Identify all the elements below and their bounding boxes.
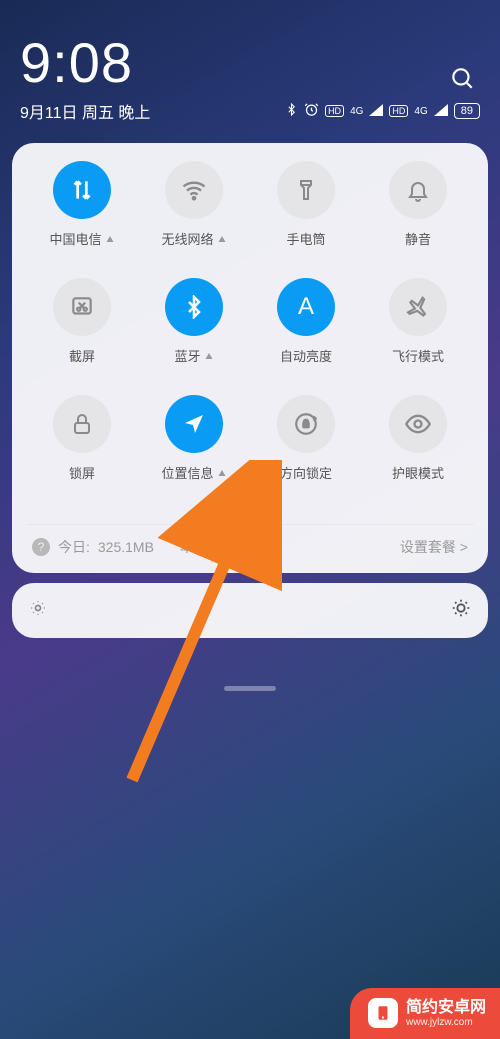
data-usage-row[interactable]: ? 今日: 325.1MB 本月: 2.12GB 设置套餐 > (26, 524, 474, 563)
tile-label: 静音 (405, 229, 431, 248)
watermark: 简约安卓网 www.jylzw.com (350, 988, 500, 1039)
status-indicators: HD 4G HD 4G 89 (285, 102, 480, 120)
watermark-url: www.jylzw.com (406, 1017, 486, 1029)
signal-triangle-icon (218, 236, 225, 242)
tile-airplane[interactable]: 飞行模式 (389, 278, 447, 365)
tile-auto-brightness[interactable]: A 自动亮度 (277, 278, 335, 365)
bluetooth-icon (285, 102, 298, 120)
today-value: 325.1MB (98, 539, 154, 555)
signal-triangle-icon (218, 470, 225, 476)
tile-label: 截屏 (69, 346, 95, 365)
tile-label: 护眼模式 (392, 463, 444, 482)
flashlight-icon (277, 161, 335, 219)
tile-label: 无线网络 (161, 229, 213, 248)
brightness-high-icon (450, 597, 472, 624)
question-icon: ? (32, 538, 50, 556)
auto-brightness-icon: A (277, 278, 335, 336)
tile-mute[interactable]: 静音 (389, 161, 447, 248)
page-indicator (26, 504, 474, 510)
tile-label: 飞行模式 (392, 346, 444, 365)
brightness-slider[interactable] (12, 583, 488, 638)
tile-label: 中国电信 (49, 229, 101, 248)
dot (253, 504, 259, 510)
hd-badge-2: HD (389, 105, 408, 117)
tile-label: 锁屏 (69, 463, 95, 482)
tile-label: 自动亮度 (280, 346, 332, 365)
eye-icon (389, 395, 447, 453)
net-label-1: 4G (350, 106, 363, 117)
airplane-icon (389, 278, 447, 336)
tile-bluetooth[interactable]: 蓝牙 (165, 278, 223, 365)
location-icon (165, 395, 223, 453)
tile-lock[interactable]: 锁屏 (53, 395, 111, 482)
tile-flashlight[interactable]: 手电筒 (277, 161, 335, 248)
month-value: 2.12GB (220, 539, 267, 555)
hd-badge-1: HD (325, 105, 344, 117)
drag-handle[interactable] (224, 686, 276, 691)
tile-label: 位置信息 (161, 463, 213, 482)
alarm-icon (304, 102, 319, 120)
clock-time: 9:08 (20, 30, 480, 95)
tile-grid: 中国电信 无线网络 手电筒 静音 截屏 (26, 161, 474, 482)
tile-eye-comfort[interactable]: 护眼模式 (389, 395, 447, 482)
status-bar: 9:08 9月11日 周五 晚上 HD 4G HD 4G 89 (0, 0, 500, 133)
net-label-2: 4G (414, 106, 427, 117)
bluetooth-icon (165, 278, 223, 336)
plan-link[interactable]: 设置套餐 > (400, 537, 468, 557)
battery-indicator: 89 (454, 103, 480, 119)
data-arrows-icon (53, 161, 111, 219)
scissors-icon (53, 278, 111, 336)
tile-label: 方向锁定 (280, 463, 332, 482)
watermark-title: 简约安卓网 (406, 998, 486, 1017)
rotation-lock-icon (277, 395, 335, 453)
tile-rotation-lock[interactable]: 方向锁定 (277, 395, 335, 482)
date-text: 9月11日 周五 晚上 (20, 99, 150, 123)
signal-icon-1 (369, 104, 383, 119)
wifi-icon (165, 161, 223, 219)
brightness-low-icon (28, 598, 48, 623)
signal-icon-2 (434, 104, 448, 119)
signal-triangle-icon (106, 236, 113, 242)
quick-settings-panel: 中国电信 无线网络 手电筒 静音 截屏 (12, 143, 488, 573)
today-label: 今日: (58, 537, 90, 557)
tile-screenshot[interactable]: 截屏 (53, 278, 111, 365)
tile-wifi[interactable]: 无线网络 (161, 161, 226, 248)
tile-label: 手电筒 (286, 229, 325, 248)
signal-triangle-icon (205, 353, 212, 359)
bell-icon (389, 161, 447, 219)
watermark-logo-icon (368, 998, 398, 1028)
tile-location[interactable]: 位置信息 (161, 395, 226, 482)
tile-mobile-data[interactable]: 中国电信 (49, 161, 114, 248)
search-icon[interactable] (449, 65, 475, 96)
lock-icon (53, 395, 111, 453)
month-label: 本月: (180, 537, 212, 557)
tile-label: 蓝牙 (174, 346, 200, 365)
dot-active (241, 504, 247, 510)
